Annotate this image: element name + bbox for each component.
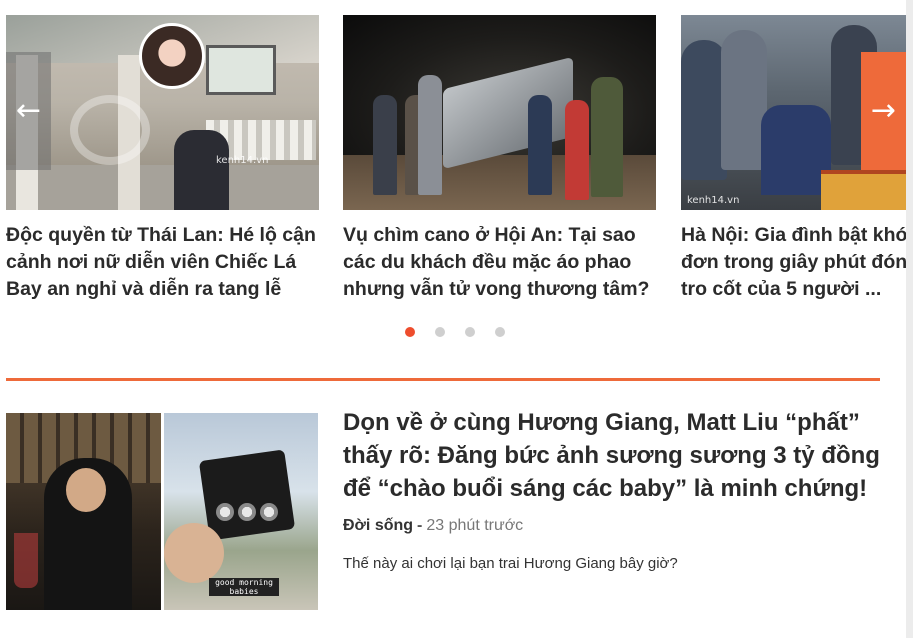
arrow-right-icon: →	[870, 93, 897, 128]
meta-separator: -	[417, 517, 423, 534]
actress-portrait	[139, 23, 205, 89]
card-title-line[interactable]: Vụ chìm cano ở Hội An: Tại sao	[343, 222, 656, 249]
card-title[interactable]: Hà Nội: Gia đình bật khó đơn trong giây …	[681, 222, 906, 303]
news-article: good morning babies Dọn về ở cùng Hương …	[0, 409, 906, 610]
card-title-line[interactable]: đơn trong giây phút đón	[681, 249, 906, 276]
news-carousel: kenh14.vn Độc quyền từ Thái Lan: Hé lộ c…	[0, 0, 906, 350]
article-summary: Thế này ai chơi lại bạn trai Hương Giang…	[343, 555, 678, 572]
card-title-line[interactable]: Bay an nghỉ và diễn ra tang lễ	[6, 276, 319, 303]
article-time: 23 phút trước	[426, 517, 524, 534]
watermark: kenh14.vn	[216, 155, 269, 166]
card-title-line[interactable]: cảnh nơi nữ diễn viên Chiếc Lá	[6, 249, 319, 276]
article-meta: Đời sống -23 phút trước	[343, 517, 523, 535]
carousel-card[interactable]: Vụ chìm cano ở Hội An: Tại sao các du kh…	[343, 15, 656, 303]
article-category[interactable]: Đời sống	[343, 517, 413, 534]
card-title-line[interactable]: các du khách đều mặc áo phao	[343, 249, 656, 276]
watermark: kenh14.vn	[687, 195, 740, 206]
article-thumbnail[interactable]: good morning babies	[6, 413, 318, 610]
card-thumbnail[interactable]	[343, 15, 656, 210]
image-caption: good morning babies	[209, 578, 279, 596]
card-thumbnail[interactable]: kenh14.vn	[6, 15, 319, 210]
card-title[interactable]: Độc quyền từ Thái Lan: Hé lộ cận cảnh nơ…	[6, 222, 319, 303]
carousel-dot[interactable]	[435, 327, 445, 337]
carousel-next-button[interactable]: →	[861, 52, 906, 170]
carousel-dot[interactable]	[465, 327, 475, 337]
card-title-line[interactable]: Độc quyền từ Thái Lan: Hé lộ cận	[6, 222, 319, 249]
section-divider	[6, 378, 880, 381]
carousel-card[interactable]: kenh14.vn Độc quyền từ Thái Lan: Hé lộ c…	[6, 15, 319, 303]
page-scroll-gutter	[906, 0, 913, 638]
carousel-pagination	[405, 327, 505, 337]
card-title-line[interactable]: nhưng vẫn tử vong thương tâm?	[343, 276, 656, 303]
article-title[interactable]: Dọn về ở cùng Hương Giang, Matt Liu “phấ…	[343, 406, 883, 505]
card-title-line[interactable]: Hà Nội: Gia đình bật khó	[681, 222, 906, 249]
carousel-dot[interactable]	[495, 327, 505, 337]
card-title-line[interactable]: tro cốt của 5 người ...	[681, 276, 906, 303]
carousel-dot[interactable]	[405, 327, 415, 337]
carousel-prev-button[interactable]: ←	[6, 52, 51, 170]
card-title[interactable]: Vụ chìm cano ở Hội An: Tại sao các du kh…	[343, 222, 656, 303]
arrow-left-icon: ←	[15, 93, 42, 128]
